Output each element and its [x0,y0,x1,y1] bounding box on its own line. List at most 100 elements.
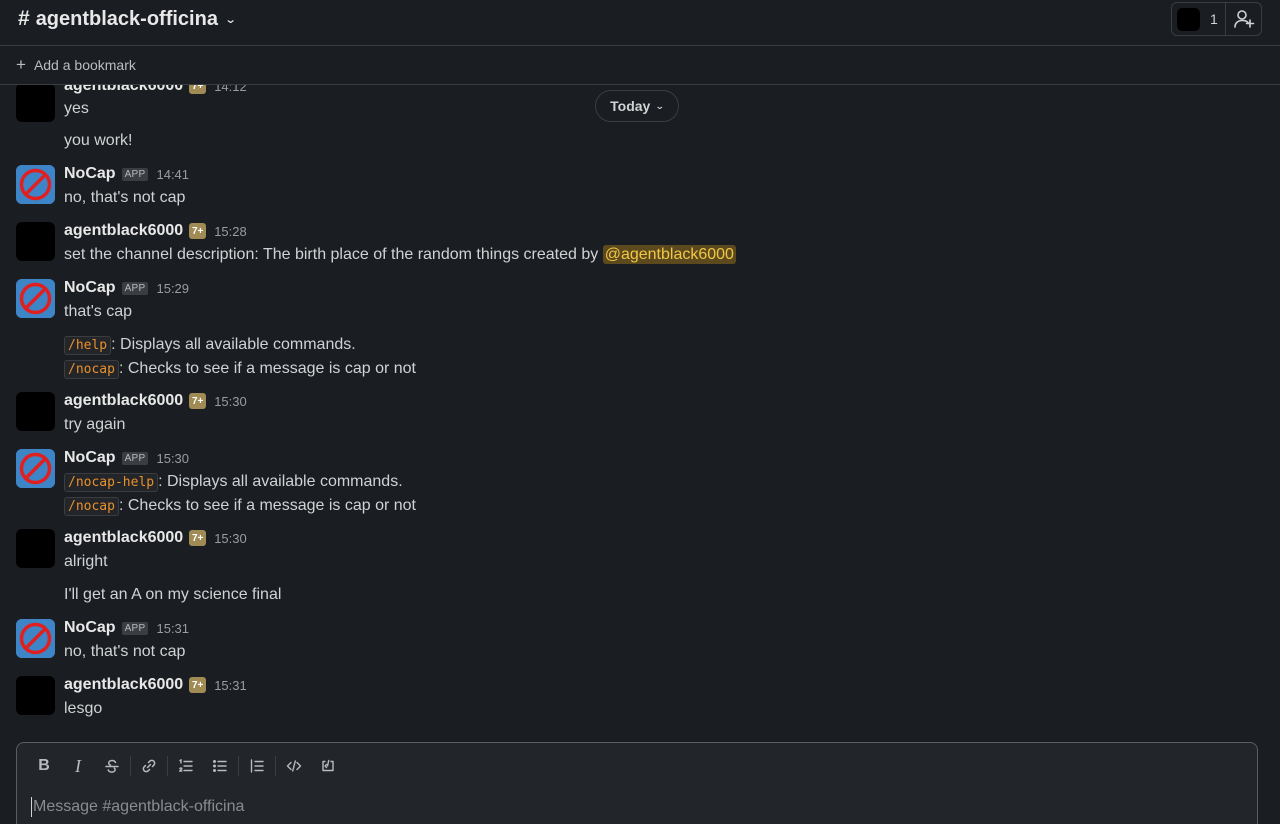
message-time[interactable]: 15:30 [214,531,247,546]
message-author[interactable]: agentblack6000 [64,222,183,240]
status-badge: 7+ [189,223,207,239]
command-code: /help [64,336,112,355]
command-description: : Displays all available commands. [111,336,356,353]
add-bookmark-button[interactable]: + Add a bookmark [0,46,1280,85]
toolbar-divider [238,756,239,776]
bulleted-list-button[interactable] [203,755,237,777]
message-list: agentblack6000 7+ 14:12 yes you work! No… [0,85,1280,742]
message-time[interactable]: 15:29 [156,281,189,296]
message-composer: B I Message #agentblack-officina [16,742,1258,824]
toolbar-divider [130,756,131,776]
message-author[interactable]: NoCap [64,279,116,297]
message-time[interactable]: 14:41 [156,167,189,182]
plus-icon: + [16,55,26,74]
members-button[interactable]: 1 [1172,3,1226,35]
nocap-avatar[interactable] [16,165,55,204]
blockquote-button[interactable] [240,755,274,777]
message-author[interactable]: agentblack6000 [64,85,183,95]
no-cap-icon [16,619,55,658]
message-text: you work! [64,132,133,149]
formatting-toolbar: B I [27,755,345,777]
no-cap-icon [16,165,55,204]
message-text: set the channel description: The birth p… [64,245,736,264]
user-avatar[interactable] [16,222,55,261]
command-description: : Displays all available commands. [158,473,403,490]
user-mention[interactable]: @agentblack6000 [602,245,736,264]
status-badge: 7+ [189,393,207,409]
message-author[interactable]: NoCap [64,619,116,637]
message-text: /nocap: Checks to see if a message is ca… [64,497,416,516]
user-avatar[interactable] [16,529,55,568]
bold-icon: B [38,757,50,774]
message-time[interactable]: 15:31 [214,678,247,693]
status-badge: 7+ [189,677,207,693]
strikethrough-button[interactable] [95,755,129,777]
add-member-button[interactable] [1226,3,1261,35]
command-code: /nocap [64,497,119,516]
message-text: alright [64,553,108,570]
message-input[interactable]: Message #agentblack-officina [31,797,244,817]
user-avatar[interactable] [16,85,55,122]
message-text: lesgo [64,700,103,717]
app-badge: APP [121,281,149,295]
user-avatar[interactable] [16,392,55,431]
message-text: I'll get an A on my science final [64,586,282,603]
message-text: no, that's not cap [64,643,186,660]
code-button[interactable] [277,755,311,777]
command-code: /nocap-help [64,473,159,492]
message-time[interactable]: 15:31 [156,621,189,636]
message-text: that's cap [64,303,132,320]
no-cap-icon [16,279,55,318]
user-avatar[interactable] [16,676,55,715]
status-badge: 7+ [189,530,207,546]
message-time[interactable]: 15:30 [214,394,247,409]
message-author[interactable]: agentblack6000 [64,676,183,694]
app-badge: APP [121,451,149,465]
link-button[interactable] [132,755,166,777]
status-badge: 7+ [189,85,207,94]
command-description: : Checks to see if a message is cap or n… [118,497,416,514]
hash-icon: # [18,7,30,30]
date-divider-label: Today [610,98,651,114]
message-text: /nocap: Checks to see if a message is ca… [64,360,416,379]
channel-name-button[interactable]: # agentblack-officina ⌄ [18,7,237,31]
ordered-list-icon [179,758,193,772]
message-time[interactable]: 15:30 [156,451,189,466]
channel-header: # agentblack-officina ⌄ 1 [0,0,1280,46]
code-block-icon [322,759,334,772]
message-time[interactable]: 14:12 [214,85,247,94]
message-text: /help: Displays all available commands. [64,336,356,355]
bold-button[interactable]: B [27,755,61,777]
message-text: try again [64,416,126,433]
link-icon [142,759,156,773]
message-author[interactable]: NoCap [64,165,116,183]
bulleted-list-icon [213,760,227,772]
message-time[interactable]: 15:28 [214,224,247,239]
message-author[interactable]: agentblack6000 [64,529,183,547]
nocap-avatar[interactable] [16,619,55,658]
no-cap-icon [16,449,55,488]
date-divider-button[interactable]: Today ⌄ [595,90,679,122]
nocap-avatar[interactable] [16,449,55,488]
ordered-list-button[interactable] [169,755,203,777]
nocap-avatar[interactable] [16,279,55,318]
italic-button[interactable]: I [61,755,95,777]
chevron-down-icon: ⌄ [655,100,666,111]
message-text: yes [64,100,89,117]
app-badge: APP [121,167,149,181]
message-text: /nocap-help: Displays all available comm… [64,473,403,492]
add-person-icon [1233,10,1254,28]
command-description: : Checks to see if a message is cap or n… [118,360,416,377]
member-avatar [1177,7,1200,31]
message-input-placeholder: Message #agentblack-officina [33,798,245,815]
blockquote-icon [250,759,264,773]
message-author[interactable]: agentblack6000 [64,392,183,410]
code-block-button[interactable] [311,755,345,777]
app-badge: APP [121,621,149,635]
header-actions: 1 [1171,2,1262,36]
chevron-down-icon: ⌄ [224,13,237,26]
message-author[interactable]: NoCap [64,449,116,467]
italic-icon: I [75,755,81,776]
message-text-body: set the channel description: The birth p… [64,246,603,263]
command-code: /nocap [64,360,119,379]
